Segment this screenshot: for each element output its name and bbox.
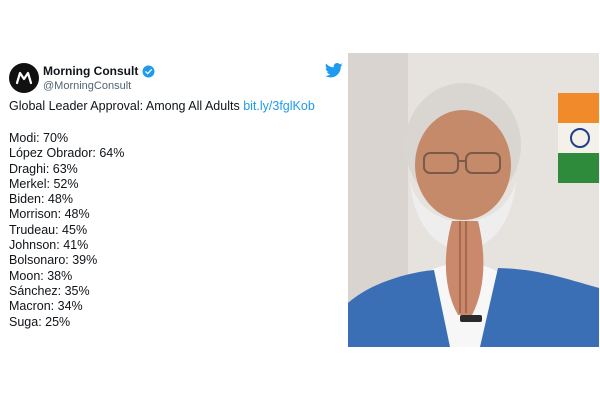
list-item: Moon: 38% [9, 268, 73, 283]
list-item: Bolsonaro: 39% [9, 253, 98, 268]
tweet-link[interactable]: bit.ly/3fglKob [243, 99, 315, 113]
list-item: Johnson: 41% [9, 238, 89, 253]
morning-consult-logo-icon [15, 71, 33, 85]
tweet-photo[interactable] [348, 53, 599, 347]
portrait-image [348, 53, 599, 347]
list-item: Morrison: 48% [9, 207, 90, 222]
list-item: Suga: 25% [9, 314, 71, 329]
author-name[interactable]: Morning Consult [43, 64, 138, 78]
author-handle[interactable]: @MorningConsult [43, 80, 131, 92]
list-item: Trudeau: 45% [9, 222, 88, 237]
list-item: Draghi: 63% [9, 161, 78, 176]
list-item: Merkel: 52% [9, 176, 79, 191]
list-item: Macron: 34% [9, 299, 83, 314]
tweet-card: Morning Consult @MorningConsult Global L… [0, 53, 350, 353]
headline-text: Global Leader Approval: Among All Adults [9, 99, 240, 113]
twitter-bird-icon[interactable] [325, 63, 343, 78]
list-item: Sánchez: 35% [9, 283, 90, 298]
list-item: López Obrador: 64% [9, 146, 125, 161]
avatar[interactable] [9, 63, 39, 93]
author-row: Morning Consult [43, 64, 155, 78]
approval-list: Modi: 70% López Obrador: 64% Draghi: 63%… [9, 131, 124, 330]
tweet-headline: Global Leader Approval: Among All Adults… [9, 99, 315, 113]
verified-badge-icon [142, 65, 155, 77]
list-item: Biden: 48% [9, 192, 73, 207]
list-item: Modi: 70% [9, 131, 69, 145]
